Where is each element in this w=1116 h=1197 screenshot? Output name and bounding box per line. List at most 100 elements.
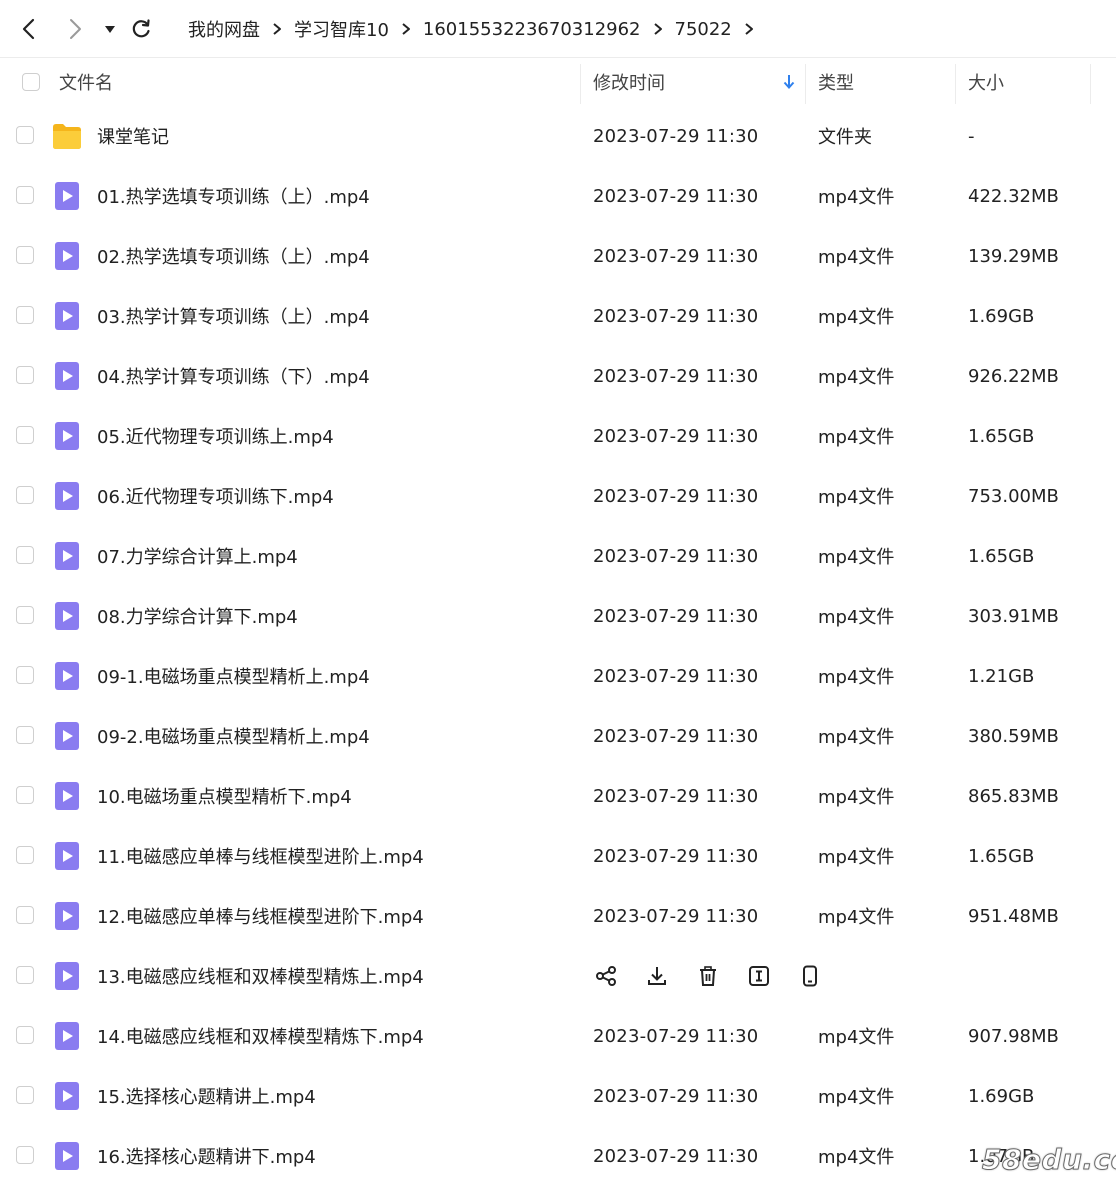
row-checkbox[interactable] bbox=[16, 1086, 34, 1104]
file-type: mp4文件 bbox=[818, 487, 895, 508]
column-divider[interactable] bbox=[580, 64, 581, 104]
modified-time: 2023-07-29 11:30 bbox=[593, 1025, 759, 1047]
row-checkbox[interactable] bbox=[16, 186, 34, 204]
file-name[interactable]: 09-2.电磁场重点模型精析上.mp4 bbox=[97, 706, 370, 766]
share-icon[interactable] bbox=[593, 963, 619, 989]
breadcrumb-separator-icon bbox=[260, 16, 294, 42]
file-type: mp4文件 bbox=[818, 427, 895, 448]
file-row[interactable]: 12.电磁感应单棒与线框模型进阶下.mp4 2023-07-29 11:30 mp4… bbox=[0, 886, 1116, 946]
file-name[interactable]: 09-1.电磁场重点模型精析上.mp4 bbox=[97, 646, 370, 706]
file-row[interactable]: 13.电磁感应线框和双棒模型精炼上.mp4 bbox=[0, 946, 1116, 1006]
file-row[interactable]: 05.近代物理专项训练上.mp4 2023-07-29 11:30 mp4文件 1.6… bbox=[0, 406, 1116, 466]
row-checkbox[interactable] bbox=[16, 546, 34, 564]
file-name[interactable]: 04.热学计算专项训练（下）.mp4 bbox=[97, 346, 370, 406]
file-name[interactable]: 11.电磁感应单棒与线框模型进阶上.mp4 bbox=[97, 826, 424, 886]
file-name[interactable]: 13.电磁感应线框和双棒模型精炼上.mp4 bbox=[97, 946, 424, 1006]
delete-icon[interactable] bbox=[695, 963, 721, 989]
file-name[interactable]: 16.选择核心题精讲下.mp4 bbox=[97, 1126, 316, 1186]
history-dropdown-button[interactable] bbox=[95, 14, 125, 44]
file-size: 303.91MB bbox=[968, 605, 1059, 627]
file-size: 1.65GB bbox=[968, 545, 1035, 567]
breadcrumb-expand-icon[interactable] bbox=[732, 16, 766, 42]
row-checkbox[interactable] bbox=[16, 906, 34, 924]
row-checkbox[interactable] bbox=[16, 966, 34, 984]
file-row[interactable]: 09-1.电磁场重点模型精析上.mp4 2023-07-29 11:30 mp4文件… bbox=[0, 646, 1116, 706]
modified-time: 2023-07-29 11:30 bbox=[593, 485, 759, 507]
file-name[interactable]: 01.热学选填专项训练（上）.mp4 bbox=[97, 166, 370, 226]
row-checkbox[interactable] bbox=[16, 786, 34, 804]
file-row[interactable]: 01.热学选填专项训练（上）.mp4 2023-07-29 11:30 mp4文件 4… bbox=[0, 166, 1116, 226]
column-header-name[interactable]: 文件名 bbox=[59, 58, 113, 106]
video-file-icon bbox=[52, 722, 82, 750]
file-row[interactable]: 09-2.电磁场重点模型精析上.mp4 2023-07-29 11:30 mp4文件… bbox=[0, 706, 1116, 766]
modified-time: 2023-07-29 11:30 bbox=[593, 725, 759, 747]
breadcrumb-separator-icon bbox=[641, 16, 675, 42]
file-name[interactable]: 课堂笔记 bbox=[97, 106, 169, 166]
row-checkbox[interactable] bbox=[16, 1026, 34, 1044]
file-name[interactable]: 02.热学选填专项训练（上）.mp4 bbox=[97, 226, 370, 286]
row-checkbox[interactable] bbox=[16, 1146, 34, 1164]
column-divider[interactable] bbox=[955, 64, 956, 104]
rename-icon[interactable] bbox=[746, 963, 772, 989]
file-type: mp4文件 bbox=[818, 247, 895, 268]
breadcrumb-item-root[interactable]: 我的网盘 bbox=[188, 16, 260, 42]
row-checkbox[interactable] bbox=[16, 126, 34, 144]
file-name[interactable]: 14.电磁感应线框和双棒模型精炼下.mp4 bbox=[97, 1006, 424, 1066]
file-row[interactable]: 11.电磁感应单棒与线框模型进阶上.mp4 2023-07-29 11:30 mp4… bbox=[0, 826, 1116, 886]
file-row[interactable]: 07.力学综合计算上.mp4 2023-07-29 11:30 mp4文件 1.65G… bbox=[0, 526, 1116, 586]
video-file-icon bbox=[52, 1082, 82, 1110]
folder-row[interactable]: 课堂笔记 2023-07-29 11:30 文件夹 - bbox=[0, 106, 1116, 166]
row-checkbox[interactable] bbox=[16, 486, 34, 504]
column-divider[interactable] bbox=[805, 64, 806, 104]
download-icon[interactable] bbox=[644, 963, 670, 989]
breadcrumb-item-current[interactable]: 75022 bbox=[675, 19, 732, 40]
file-name[interactable]: 08.力学综合计算下.mp4 bbox=[97, 586, 298, 646]
file-row[interactable]: 04.热学计算专项训练（下）.mp4 2023-07-29 11:30 mp4文件 9… bbox=[0, 346, 1116, 406]
watermark: 58edu.cc bbox=[982, 1143, 1116, 1177]
file-name[interactable]: 05.近代物理专项训练上.mp4 bbox=[97, 406, 334, 466]
file-name[interactable]: 10.电磁场重点模型精析下.mp4 bbox=[97, 766, 352, 826]
file-type: mp4文件 bbox=[818, 667, 895, 688]
file-name[interactable]: 15.选择核心题精讲上.mp4 bbox=[97, 1066, 316, 1126]
file-row[interactable]: 15.选择核心题精讲上.mp4 2023-07-29 11:30 mp4文件 1.69… bbox=[0, 1066, 1116, 1126]
file-row[interactable]: 03.热学计算专项训练（上）.mp4 2023-07-29 11:30 mp4文件 1… bbox=[0, 286, 1116, 346]
column-header-modified[interactable]: 修改时间 bbox=[593, 58, 665, 106]
video-file-icon bbox=[52, 602, 82, 630]
row-actions bbox=[593, 946, 848, 1006]
file-row[interactable]: 02.热学选填专项训练（上）.mp4 2023-07-29 11:30 mp4文件 1… bbox=[0, 226, 1116, 286]
back-button[interactable] bbox=[14, 14, 44, 44]
file-row[interactable]: 06.近代物理专项训练下.mp4 2023-07-29 11:30 mp4文件 753… bbox=[0, 466, 1116, 526]
breadcrumb-item-library[interactable]: 学习智库10 bbox=[294, 16, 389, 42]
row-checkbox[interactable] bbox=[16, 846, 34, 864]
row-checkbox[interactable] bbox=[16, 606, 34, 624]
row-checkbox[interactable] bbox=[16, 366, 34, 384]
column-divider[interactable] bbox=[1090, 64, 1091, 104]
row-checkbox[interactable] bbox=[16, 666, 34, 684]
file-list: 课堂笔记 2023-07-29 11:30 文件夹 - 01.热学选填专项训练（上）.m… bbox=[0, 106, 1116, 1186]
video-file-icon bbox=[52, 482, 82, 510]
file-name[interactable]: 06.近代物理专项训练下.mp4 bbox=[97, 466, 334, 526]
row-checkbox[interactable] bbox=[16, 246, 34, 264]
row-checkbox[interactable] bbox=[16, 726, 34, 744]
column-header-type[interactable]: 类型 bbox=[818, 58, 854, 106]
row-checkbox[interactable] bbox=[16, 306, 34, 324]
top-nav-bar: 我的网盘 学习智库10 1601553223670312962 75022 bbox=[0, 0, 1116, 58]
sort-desc-icon[interactable] bbox=[782, 58, 796, 106]
file-size: - bbox=[968, 125, 975, 147]
file-row[interactable]: 10.电磁场重点模型精析下.mp4 2023-07-29 11:30 mp4文件 86… bbox=[0, 766, 1116, 826]
refresh-button[interactable] bbox=[126, 14, 156, 44]
send-to-phone-icon[interactable] bbox=[797, 963, 823, 989]
select-all-checkbox[interactable] bbox=[22, 73, 40, 91]
file-row[interactable]: 14.电磁感应线框和双棒模型精炼下.mp4 2023-07-29 11:30 mp4… bbox=[0, 1006, 1116, 1066]
breadcrumb-item-id[interactable]: 1601553223670312962 bbox=[423, 19, 641, 40]
forward-button[interactable] bbox=[60, 14, 90, 44]
modified-time: 2023-07-29 11:30 bbox=[593, 125, 759, 147]
row-checkbox[interactable] bbox=[16, 426, 34, 444]
file-row[interactable]: 16.选择核心题精讲下.mp4 2023-07-29 11:30 mp4文件 1.07… bbox=[0, 1126, 1116, 1186]
file-type: mp4文件 bbox=[818, 367, 895, 388]
file-name[interactable]: 12.电磁感应单棒与线框模型进阶下.mp4 bbox=[97, 886, 424, 946]
file-name[interactable]: 03.热学计算专项训练（上）.mp4 bbox=[97, 286, 370, 346]
file-row[interactable]: 08.力学综合计算下.mp4 2023-07-29 11:30 mp4文件 303.9… bbox=[0, 586, 1116, 646]
file-name[interactable]: 07.力学综合计算上.mp4 bbox=[97, 526, 298, 586]
column-header-size[interactable]: 大小 bbox=[968, 58, 1004, 106]
